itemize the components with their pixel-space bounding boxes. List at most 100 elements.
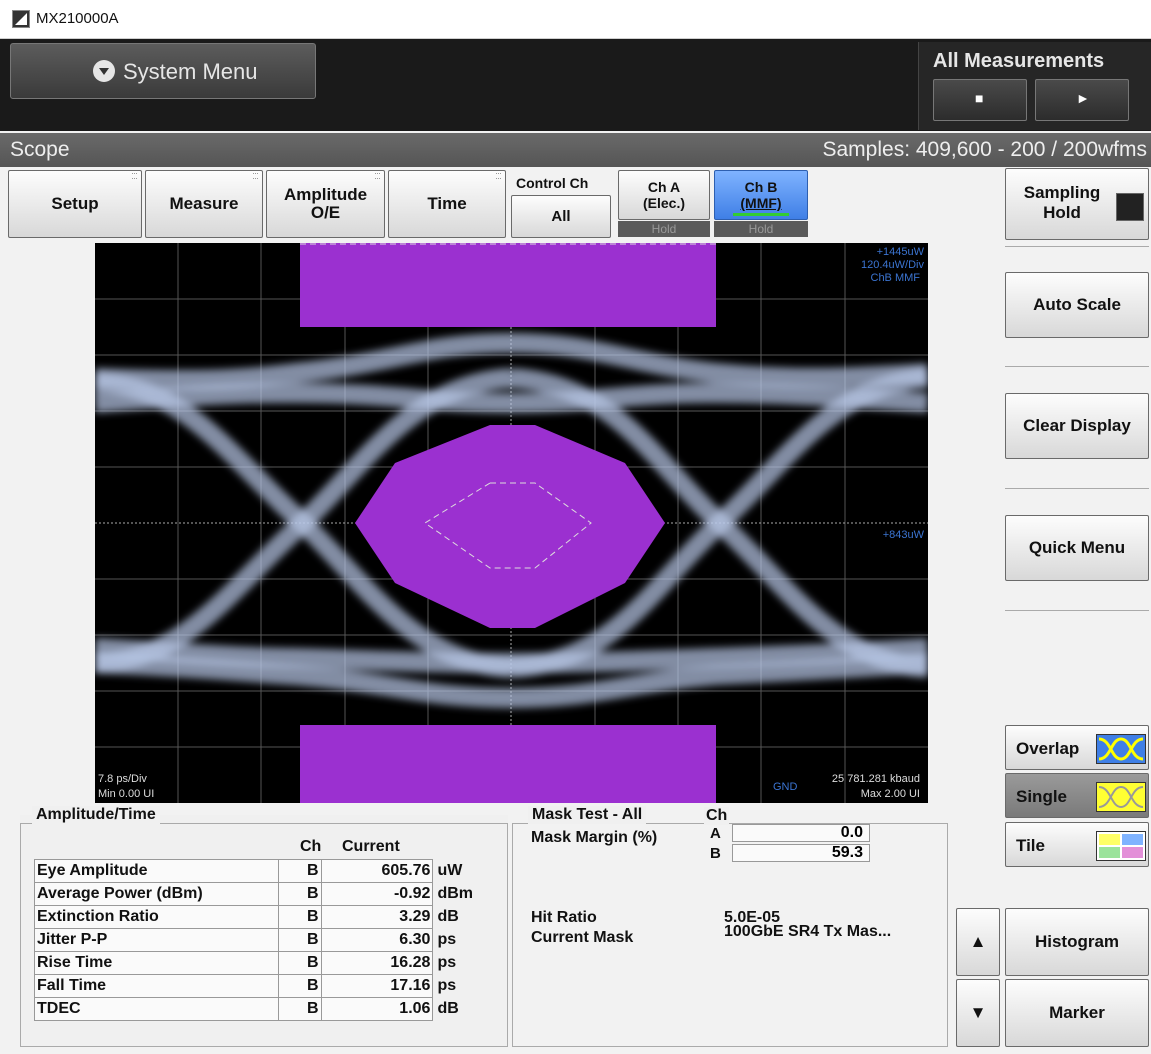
amplitude-sublabel: O/E [310,203,341,222]
measurement-value: 3.29 [320,905,434,929]
system-menu-label: System Menu [123,59,258,84]
samples-readout: Samples: 409,600 - 200 / 200wfms [822,138,1147,161]
plot-scale-div: 120.4uW/Div [861,259,924,271]
table-row: Fall Time B 17.16 ps [33,974,474,998]
measurement-value: 17.16 [320,974,434,998]
tile-icon [1096,831,1146,861]
histogram-button[interactable]: Histogram [1005,908,1149,976]
measurement-value: 605.76 [320,859,434,883]
measurement-unit: dBm [437,885,473,902]
ch-b-hold-indicator: Hold [714,221,808,237]
plot-scale-top: +1445uW [876,246,924,258]
marker-button[interactable]: Marker [1005,979,1149,1047]
clear-display-button[interactable]: Clear Display [1005,393,1149,459]
quick-menu-button[interactable]: Quick Menu [1005,515,1149,581]
ch-a-hold-indicator: Hold [618,221,710,237]
ch-a-sublabel: (Elec.) [642,195,685,211]
run-button[interactable]: ► [1035,79,1129,121]
quick-menu-label: Quick Menu [1028,538,1126,557]
table-row: Eye Amplitude B 605.76 uW [33,859,474,883]
all-measurements-label: All Measurements [933,50,1105,72]
control-ch-all-button[interactable]: All [511,195,611,238]
dots-icon [253,173,258,179]
up-arrow-icon: ▲ [969,932,987,951]
auto-scale-button[interactable]: Auto Scale [1005,272,1149,338]
plot-time-div: 7.8 ps/Div [98,773,147,785]
measurement-value: 1.06 [320,997,434,1021]
measurement-unit: ps [437,954,457,971]
hold-indicator-icon [1116,193,1144,221]
ch-b-color-bar [733,213,789,216]
scroll-down-button[interactable]: ▼ [956,979,1000,1047]
hit-ratio-label: Hit Ratio [531,909,597,926]
ch-a-button[interactable]: Ch A (Elec.) [618,170,710,220]
measurement-name: Average Power (dBm) [33,882,280,906]
current-mask-value: 100GbE SR4 Tx Mas... [724,923,892,940]
overlap-button[interactable]: Overlap [1005,725,1149,770]
play-icon: ► [1076,90,1090,106]
system-menu-button[interactable]: System Menu [10,43,316,99]
table-row: Extinction Ratio B 3.29 dB [33,905,474,929]
window-titlebar: MX210000A [0,0,1151,39]
measurement-value: 16.28 [320,951,434,975]
measure-button[interactable]: Measure [145,170,263,238]
amplitude-time-table: Eye Amplitude B 605.76 uW Average Power (dBm… [33,859,474,1021]
measurement-name: Rise Time [33,951,280,975]
measurement-channel: B [278,905,322,929]
stop-icon: ■ [975,90,984,106]
stop-button[interactable]: ■ [933,79,1027,121]
plot-min-ui: Min 0.00 UI [98,788,155,800]
amplitude-button[interactable]: Amplitude O/E [266,170,385,238]
measurement-channel: B [278,928,322,952]
amplitude-time-title: Amplitude/Time [32,806,160,824]
time-button[interactable]: Time [388,170,506,238]
measurement-unit: uW [437,862,463,879]
window-title: MX210000A [36,10,119,27]
control-ch-value: All [551,207,571,225]
measurement-value: 6.30 [320,928,434,952]
measurement-channel: B [278,859,322,883]
mask-test-title: Mask Test - All [528,806,647,824]
tile-button[interactable]: Tile [1005,822,1149,867]
divider [1005,488,1149,489]
single-button[interactable]: Single [1005,773,1149,818]
eye-diagram-display[interactable]: +1445uW 120.4uW/Div ChB MMF +843uW 7.8 p… [95,243,928,803]
auto-scale-label: Auto Scale [1033,295,1121,314]
single-icon [1096,782,1146,812]
scroll-up-button[interactable]: ▲ [956,908,1000,976]
mask-margin-label: Mask Margin (%) [531,829,658,846]
plot-max-ui: Max 2.00 UI [860,788,920,800]
tile-label: Tile [1016,836,1045,855]
table-row: Average Power (dBm) B -0.92 dBm [33,882,474,906]
measurement-unit: dB [437,1000,459,1017]
col-current-header: Current [342,838,400,855]
table-row: TDEC B 1.06 dB [33,997,474,1021]
divider [1005,610,1149,611]
time-label: Time [427,194,467,213]
measurement-channel: B [278,974,322,998]
single-label: Single [1016,787,1068,806]
histogram-label: Histogram [1034,932,1120,951]
measurement-channel: B [278,997,322,1021]
mask-regions [300,243,716,803]
plot-mid-level: +843uW [882,529,924,541]
ch-b-label: Ch B [744,179,778,195]
plot-channel: ChB MMF [870,272,921,284]
dots-icon [496,173,501,179]
measurement-name: TDEC [33,997,280,1021]
divider [1005,246,1149,247]
mask-margin-b-value: 59.3 [732,844,870,862]
chevron-down-icon [93,60,115,82]
measurement-channel: B [278,951,322,975]
col-ch-header: Ch [300,838,322,855]
table-row: Rise Time B 16.28 ps [33,951,474,975]
overlap-label: Overlap [1016,739,1080,758]
down-arrow-icon: ▼ [969,1003,987,1022]
ch-b-button[interactable]: Ch B (MMF) [714,170,808,220]
measurement-unit: ps [437,977,457,994]
mask-row-a-ch: A [710,825,721,842]
ch-a-label: Ch A [647,179,681,195]
sampling-hold-button[interactable]: Sampling Hold [1005,168,1149,240]
setup-button[interactable]: Setup [8,170,142,238]
app-logo-icon [12,10,30,28]
